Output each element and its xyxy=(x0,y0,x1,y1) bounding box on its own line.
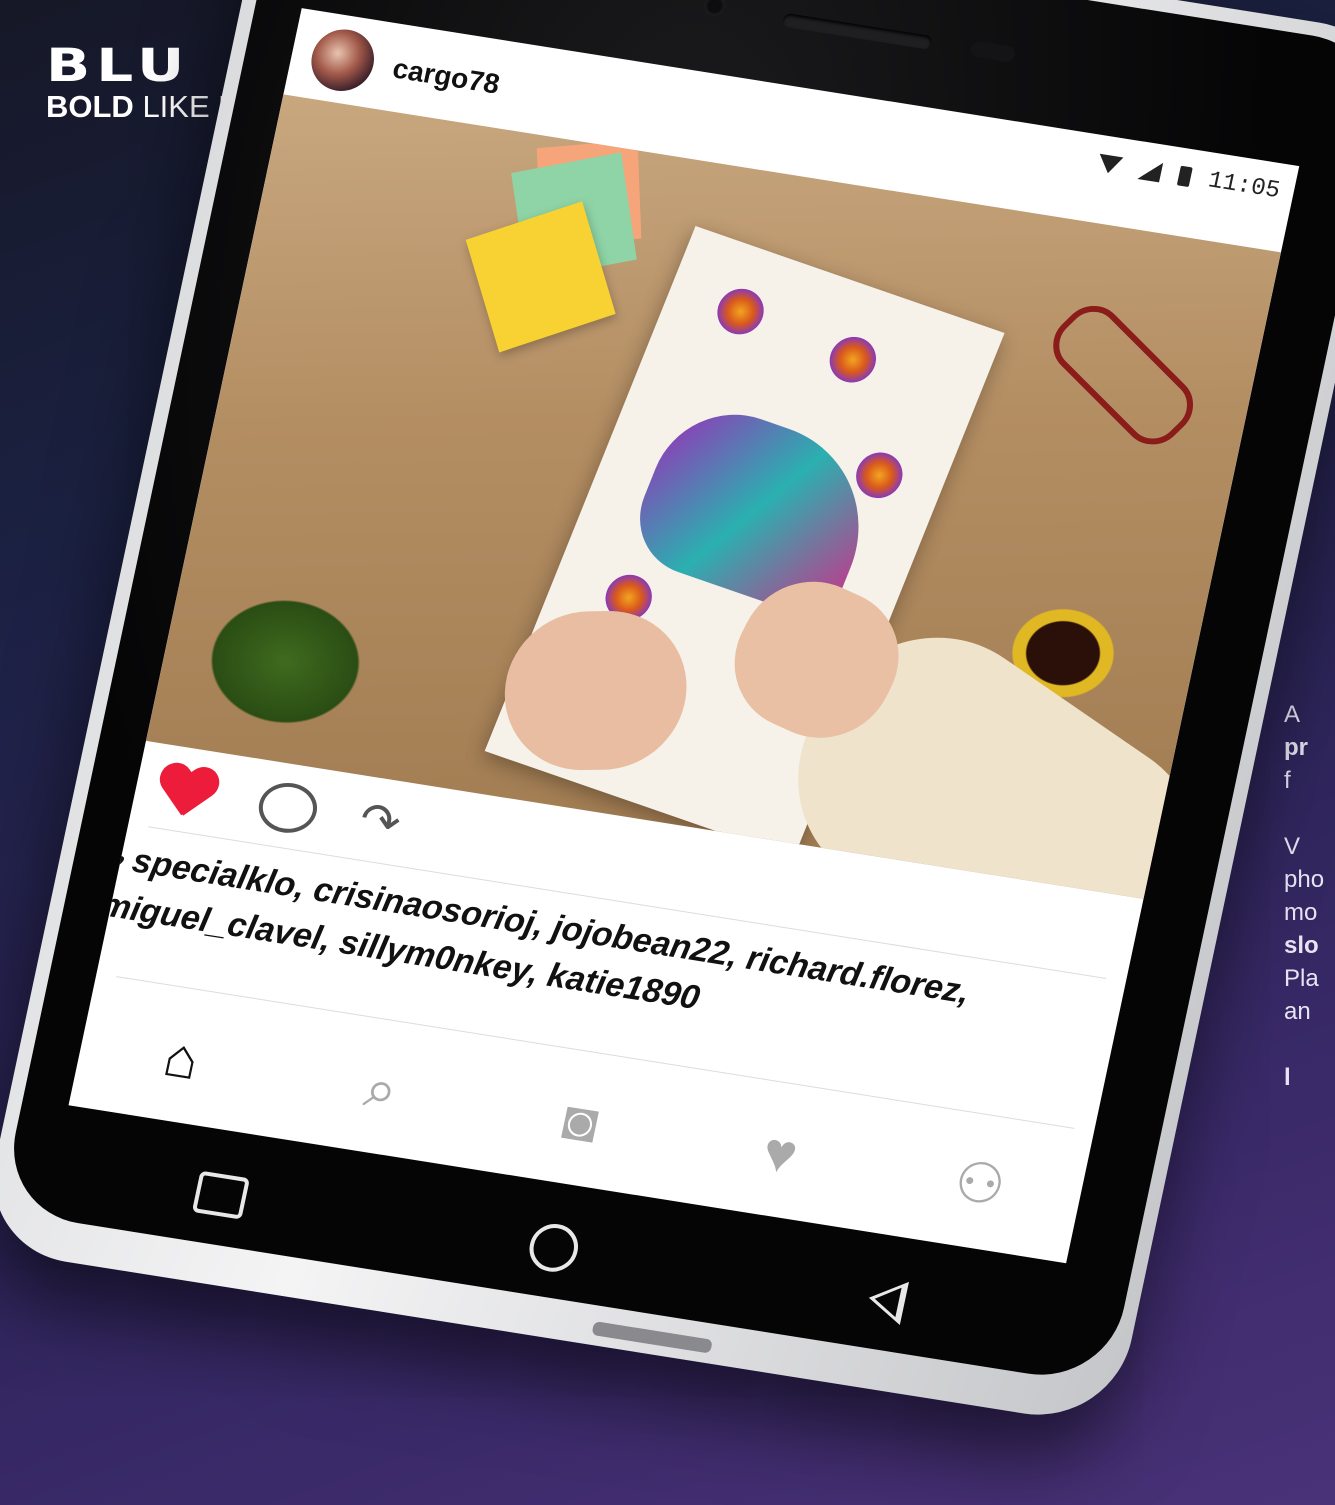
status-time: 11:05 xyxy=(1205,166,1283,205)
avatar[interactable] xyxy=(305,25,380,96)
recents-icon xyxy=(192,1170,251,1220)
camera-icon[interactable]: ◙ xyxy=(539,1081,623,1161)
back-icon xyxy=(863,1276,909,1325)
like-heart-icon[interactable] xyxy=(151,762,221,822)
earpiece xyxy=(781,12,933,50)
photo-glasses xyxy=(1040,293,1206,457)
home-icon[interactable]: ⌂ xyxy=(140,1018,224,1098)
heart-icon[interactable]: ♥ xyxy=(738,1112,822,1192)
post-username[interactable]: cargo78 xyxy=(390,53,503,101)
signal-icon xyxy=(1137,159,1164,183)
proximity-sensor xyxy=(969,40,1017,64)
post-photo[interactable] xyxy=(145,94,1281,899)
phone-scene: 11:05 cargo78 ↷ specialklo, crisinaosori… xyxy=(0,0,1335,1505)
back-button[interactable] xyxy=(850,1266,922,1334)
share-icon[interactable]: ↷ xyxy=(355,793,406,851)
front-camera xyxy=(702,0,727,18)
home-button[interactable] xyxy=(518,1214,590,1282)
wifi-icon xyxy=(1095,153,1124,176)
profile-icon[interactable]: ⚇ xyxy=(938,1144,1022,1224)
battery-icon xyxy=(1176,165,1193,188)
phone-device: 11:05 cargo78 ↷ specialklo, crisinaosori… xyxy=(0,0,1335,1428)
comment-icon[interactable] xyxy=(254,778,322,837)
home-button-icon xyxy=(525,1220,583,1276)
search-icon[interactable]: ⌕ xyxy=(339,1049,423,1129)
recents-button[interactable] xyxy=(185,1161,257,1229)
